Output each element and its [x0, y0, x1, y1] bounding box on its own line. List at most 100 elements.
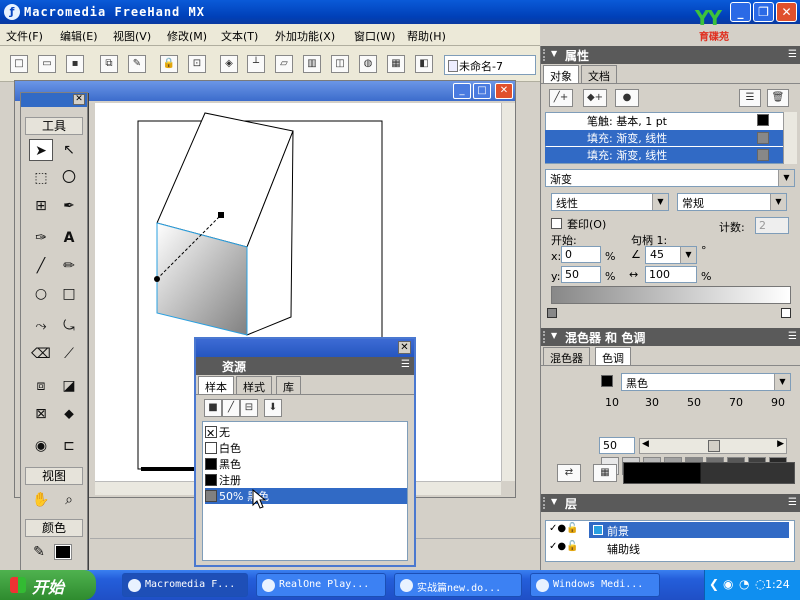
tools-panel-header[interactable]: ✕	[21, 93, 87, 107]
tint-value-input[interactable]: 50	[599, 437, 635, 454]
tab-tints[interactable]: 色调	[595, 347, 631, 365]
doc-maximize-button[interactable]: □	[473, 83, 491, 99]
eraser-tool-icon[interactable]: ⌫	[29, 343, 53, 365]
swatch-registration[interactable]: 注册	[205, 472, 407, 488]
freeform-tool-icon[interactable]: ⤳	[29, 315, 53, 337]
styles-icon[interactable]: ◧	[415, 55, 433, 73]
page-tool-icon[interactable]: ⬚	[29, 167, 53, 189]
add-effect-icon[interactable]: ●	[615, 89, 639, 107]
lock-icon[interactable]: 🔒	[160, 55, 178, 73]
export-icon[interactable]: ✎	[128, 55, 146, 73]
swatches-options-icon[interactable]: ⬇	[264, 399, 282, 417]
transform-icon[interactable]: ▱	[275, 55, 293, 73]
brush-tool-icon[interactable]: ⟋	[57, 343, 81, 365]
rectangle-tool-icon[interactable]: □	[57, 283, 81, 305]
stroke-color-icon[interactable]: ✎	[27, 541, 51, 563]
menu-file[interactable]: 文件(F)	[6, 28, 43, 44]
menu-edit[interactable]: 编辑(E)	[60, 28, 98, 44]
add-fill-icon[interactable]: ◆+	[583, 89, 607, 107]
canvas-vertical-scrollbar[interactable]	[501, 103, 515, 481]
fill-tool-icon[interactable]: ◪	[57, 375, 81, 397]
tab-styles[interactable]: 样式	[236, 376, 272, 394]
tint-slider-thumb[interactable]	[708, 440, 720, 452]
color-palette-icon[interactable]: ◍	[359, 55, 377, 73]
fill-type-select[interactable]: 渐变	[545, 169, 795, 187]
gradient-handle-end[interactable]	[218, 212, 224, 218]
add-to-swatches-icon[interactable]: ⇄	[557, 464, 581, 482]
line-tool-icon[interactable]: ╱	[29, 255, 53, 277]
assets-close-icon[interactable]: ✕	[398, 341, 411, 354]
tab-mixer[interactable]: 混色器	[543, 347, 590, 365]
knife-tool-icon[interactable]: ⤿	[57, 315, 81, 337]
unlock-icon[interactable]: ⊡	[188, 55, 206, 73]
gradient-start-stop[interactable]	[547, 308, 557, 318]
swatch-none[interactable]: ✕ 无	[205, 424, 407, 440]
start-button[interactable]: 开始	[0, 570, 96, 600]
gradient-handle-start[interactable]	[154, 276, 160, 282]
menu-xtras[interactable]: 外加功能(X)	[275, 28, 335, 44]
delete-attribute-icon[interactable]: 🗑	[767, 89, 789, 107]
start-y-input[interactable]: 50	[561, 266, 601, 283]
blend-tool-icon[interactable]: ⧈	[29, 375, 53, 397]
doc-close-button[interactable]: ✕	[495, 83, 513, 99]
tab-object[interactable]: 对象	[543, 65, 579, 83]
add-stroke-icon[interactable]: ╱+	[549, 89, 573, 107]
gradient-mode-select[interactable]: 常规	[677, 193, 787, 211]
library-icon[interactable]: ▥	[303, 55, 321, 73]
align-icon[interactable]: ┴	[247, 55, 265, 73]
menu-text[interactable]: 文本(T)	[221, 28, 258, 44]
tray-volume-icon[interactable]: ◔	[739, 577, 749, 591]
text-tool-icon[interactable]: A	[57, 227, 81, 249]
angle-select[interactable]: 45	[645, 246, 697, 264]
tools-close-icon[interactable]: ✕	[73, 94, 85, 105]
tray-arrow-icon[interactable]: ❮	[709, 577, 719, 591]
gradient-ramp[interactable]	[551, 286, 791, 304]
menu-view[interactable]: 视图(V)	[113, 28, 151, 44]
grid-icon[interactable]: ▦	[387, 55, 405, 73]
layer-row-foreground[interactable]: ✓●🔓 前景	[547, 522, 793, 538]
tray-media-icon[interactable]: ◉	[723, 577, 733, 591]
task-word-document[interactable]: 实战篇new.do...	[394, 573, 522, 597]
layers-icon[interactable]: ◫	[331, 55, 349, 73]
attribute-row-fill-1[interactable]: 填充: 渐变, 线性	[545, 130, 783, 146]
swatch-black[interactable]: 黑色	[205, 456, 407, 472]
attribute-row-fill-2[interactable]: 填充: 渐变, 线性	[545, 147, 783, 163]
attribute-list-scrollbar[interactable]	[783, 112, 797, 164]
new-document-icon[interactable]: □	[10, 55, 28, 73]
both-swatch-mode-icon[interactable]: ⊟	[240, 399, 258, 417]
freehand-app-icon[interactable]: ƒ	[4, 4, 20, 20]
task-realone[interactable]: RealOne Play...	[256, 573, 386, 597]
group-icon[interactable]: ◈	[220, 55, 238, 73]
connector-tool-icon[interactable]: ⊏	[57, 435, 81, 457]
fill-swatch-mode-icon[interactable]: ■	[204, 399, 222, 417]
attribute-row-stroke[interactable]: 笔触: 基本, 1 pt	[545, 113, 783, 129]
symbol-tool-icon[interactable]: ◉	[29, 435, 53, 457]
save-icon[interactable]: ▪	[66, 55, 84, 73]
scale-tool-icon[interactable]: ⊞	[29, 195, 53, 217]
close-button[interactable]: ✕	[776, 2, 797, 22]
layers-panel-header[interactable]: 层☰	[541, 494, 800, 512]
zoom-tool-icon[interactable]: ⌕	[57, 489, 81, 511]
open-folder-icon[interactable]: ▭	[38, 55, 56, 73]
tint-grid-icon[interactable]: ▦	[593, 464, 617, 482]
tab-library[interactable]: 库	[276, 376, 301, 394]
lasso-tool-icon[interactable]: 〇	[57, 167, 81, 189]
duplicate-attribute-icon[interactable]: ☰	[739, 89, 761, 107]
pointer-tool-icon[interactable]: ➤	[29, 139, 53, 161]
assets-panel-header[interactable]: 资源 ☰	[196, 357, 414, 375]
stroke-swatch-mode-icon[interactable]: ╱	[222, 399, 240, 417]
tray-network-icon[interactable]: ◌	[755, 577, 765, 591]
start-x-input[interactable]: 0	[561, 246, 601, 263]
chart-tool-icon[interactable]: ⬥	[57, 403, 81, 425]
overprint-checkbox[interactable]	[551, 218, 562, 229]
pen-tool-icon[interactable]: ✑	[29, 227, 53, 249]
fill-color-swatch[interactable]	[54, 544, 72, 560]
length-input[interactable]: 100	[645, 266, 697, 283]
ellipse-tool-icon[interactable]: ○	[29, 283, 53, 305]
trace-tool-icon[interactable]: ⊠	[29, 403, 53, 425]
count-input[interactable]: 2	[755, 217, 789, 234]
menu-window[interactable]: 窗口(W)	[354, 28, 395, 44]
doc-minimize-button[interactable]: _	[453, 83, 471, 99]
gradient-end-stop[interactable]	[781, 308, 791, 318]
task-windows-media[interactable]: Windows Medi...	[530, 573, 660, 597]
